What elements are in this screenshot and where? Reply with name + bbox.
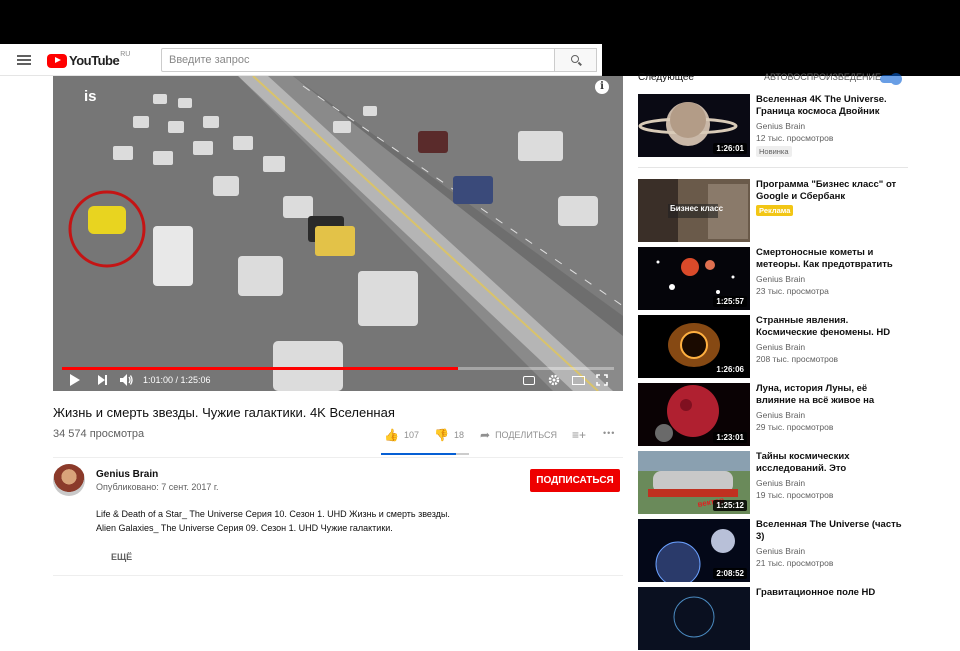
rec-title[interactable]: Программа "Бизнес класс" от Google и Сбе… <box>756 179 906 203</box>
rec-title[interactable]: Луна, история Луны, её влияние на всё жи… <box>756 383 906 407</box>
channel-avatar[interactable] <box>53 464 85 496</box>
rec-channel: Genius Brain <box>756 478 806 488</box>
autoplay-toggle[interactable] <box>880 73 902 85</box>
menu-icon[interactable] <box>17 55 31 65</box>
recommended-video[interactable]: 2:08:52 Вселенная The Universe (часть 3)… <box>638 519 908 583</box>
masthead: YouTube RU Введите запрос <box>0 44 602 76</box>
description-line: Alien Galaxies_ The Universe Серия 09. С… <box>96 523 393 533</box>
video-thumbnail[interactable] <box>638 587 750 650</box>
sentiment-bar <box>381 453 469 455</box>
rec-title[interactable]: Странные явления. Космические феномены. … <box>756 315 906 339</box>
rec-title[interactable]: Вселенная 4K The Universe. Граница космо… <box>756 94 906 118</box>
share-label: ПОДЕЛИТЬСЯ <box>495 430 558 440</box>
publish-date: Опубликовано: 7 сент. 2017 г. <box>96 482 219 492</box>
share-icon: ➦ <box>480 428 491 442</box>
video-thumbnail[interactable]: 1:26:06 <box>638 315 750 378</box>
recommended-video[interactable]: 1:23:01 Луна, история Луны, её влияние н… <box>638 383 908 447</box>
new-badge: Новинка <box>756 146 792 157</box>
video-thumbnail[interactable]: 1:26:01 <box>638 94 750 157</box>
info-icon[interactable]: i <box>595 80 609 94</box>
theater-mode-icon[interactable] <box>572 376 585 385</box>
rec-title[interactable]: Гравитационное поле HD <box>756 587 906 599</box>
up-next-header: Следующее АВТОВОСПРОИЗВЕДЕНИЕ <box>638 72 908 86</box>
channel-name[interactable]: Genius Brain <box>96 469 158 480</box>
rec-views: 23 тыс. просмотра <box>756 286 829 296</box>
duration-badge: 1:25:12 <box>713 500 747 511</box>
duration-badge: 1:23:01 <box>713 432 747 443</box>
search-button[interactable] <box>555 48 597 72</box>
share-button[interactable]: ➦ ПОДЕЛИТЬСЯ <box>480 428 557 442</box>
sentiment-fill <box>381 453 457 455</box>
add-playlist-icon: ≡+ <box>572 428 587 442</box>
rec-views: 21 тыс. просмотров <box>756 558 834 568</box>
video-player[interactable]: is i 1:01:00 / 1:25:06 <box>53 76 623 391</box>
recommended-video[interactable]: 1:25:57 Смертоносные кометы и метеоры. К… <box>638 247 908 311</box>
rec-channel: Genius Brain <box>756 274 806 284</box>
video-thumbnail[interactable]: Бизнес класс <box>638 179 750 242</box>
top-black-bar <box>0 0 960 44</box>
thumbs-down-icon: 👎 <box>434 428 449 442</box>
rec-channel: Genius Brain <box>756 342 806 352</box>
more-actions-button[interactable]: ••• <box>603 428 615 438</box>
rec-views: 29 тыс. просмотров <box>756 422 834 432</box>
video-thumbnail[interactable]: 1:25:57 <box>638 247 750 310</box>
logo-text: YouTube <box>69 53 120 68</box>
rec-views: 12 тыс. просмотров <box>756 133 834 143</box>
rec-views: 19 тыс. просмотров <box>756 490 834 500</box>
time-display: 1:01:00 / 1:25:06 <box>143 375 211 385</box>
like-count: 107 <box>403 430 419 440</box>
video-frame <box>53 76 623 391</box>
volume-icon[interactable] <box>120 374 134 386</box>
duration-badge: 1:25:57 <box>713 296 747 307</box>
video-title: Жизнь и смерть звезды. Чужие галактики. … <box>53 405 395 420</box>
rec-channel: Genius Brain <box>756 121 806 131</box>
youtube-play-icon <box>47 53 67 68</box>
subtitles-icon[interactable] <box>523 376 535 385</box>
play-icon[interactable] <box>70 374 80 386</box>
divider <box>53 457 623 458</box>
fullscreen-icon[interactable] <box>596 374 608 386</box>
search-icon <box>571 55 579 63</box>
subscribe-button[interactable]: ПОДПИСАТЬСЯ <box>530 469 620 492</box>
recommended-video[interactable]: 1:26:06 Странные явления. Космические фе… <box>638 315 908 379</box>
rec-channel: Genius Brain <box>756 546 806 556</box>
thumbnail-caption: Бизнес класс <box>670 204 724 213</box>
rec-title[interactable]: Вселенная The Universe (часть 3) <box>756 519 906 543</box>
recommended-ad[interactable]: Бизнес класс Программа "Бизнес класс" от… <box>638 179 908 243</box>
like-button[interactable]: 👍 107 <box>384 428 419 442</box>
overlay-text: is <box>84 88 97 105</box>
video-thumbnail[interactable]: 2:08:52 <box>638 519 750 582</box>
divider <box>638 167 908 168</box>
video-thumbnail[interactable]: 1:23:01 <box>638 383 750 446</box>
next-icon[interactable] <box>98 375 107 385</box>
thumbs-up-icon: 👍 <box>384 428 399 442</box>
video-thumbnail[interactable]: вектор 1:25:12 <box>638 451 750 514</box>
duration-badge: 1:26:06 <box>713 364 747 375</box>
recommended-video[interactable]: вектор 1:25:12 Тайны космических исследо… <box>638 451 908 515</box>
recommended-video[interactable]: 1:26:01 Вселенная 4K The Universe. Грани… <box>638 94 908 158</box>
logo-region: RU <box>120 51 131 58</box>
ad-badge: Реклама <box>756 205 794 216</box>
duration-badge: 2:08:52 <box>713 568 747 579</box>
rec-views: 208 тыс. просмотров <box>756 354 839 364</box>
search-input[interactable]: Введите запрос <box>161 48 555 72</box>
dislike-count: 18 <box>453 430 464 440</box>
divider <box>53 575 623 576</box>
rec-title[interactable]: Тайны космических исследований. Это <box>756 451 906 475</box>
settings-gear-icon[interactable] <box>548 374 560 386</box>
view-count: 34 574 просмотра <box>53 428 145 440</box>
recommended-video[interactable]: Гравитационное поле HD <box>638 587 908 651</box>
youtube-logo[interactable]: YouTube RU <box>47 51 131 68</box>
show-more-button[interactable]: ЕЩЁ <box>111 552 132 562</box>
add-to-playlist-button[interactable]: ≡+ <box>572 428 586 442</box>
dislike-button[interactable]: 👎 18 <box>434 428 464 442</box>
rec-title[interactable]: Смертоносные кометы и метеоры. Как предо… <box>756 247 906 271</box>
video-description: Life & Death of a Star_ The Universe Сер… <box>96 507 450 535</box>
player-controls: 1:01:00 / 1:25:06 <box>53 369 623 391</box>
duration-badge: 1:26:01 <box>713 143 747 154</box>
autoplay-label: АВТОВОСПРОИЗВЕДЕНИЕ <box>764 72 881 82</box>
description-line: Life & Death of a Star_ The Universe Сер… <box>96 509 450 519</box>
rec-channel: Genius Brain <box>756 410 806 420</box>
up-next-label: Следующее <box>638 72 694 83</box>
